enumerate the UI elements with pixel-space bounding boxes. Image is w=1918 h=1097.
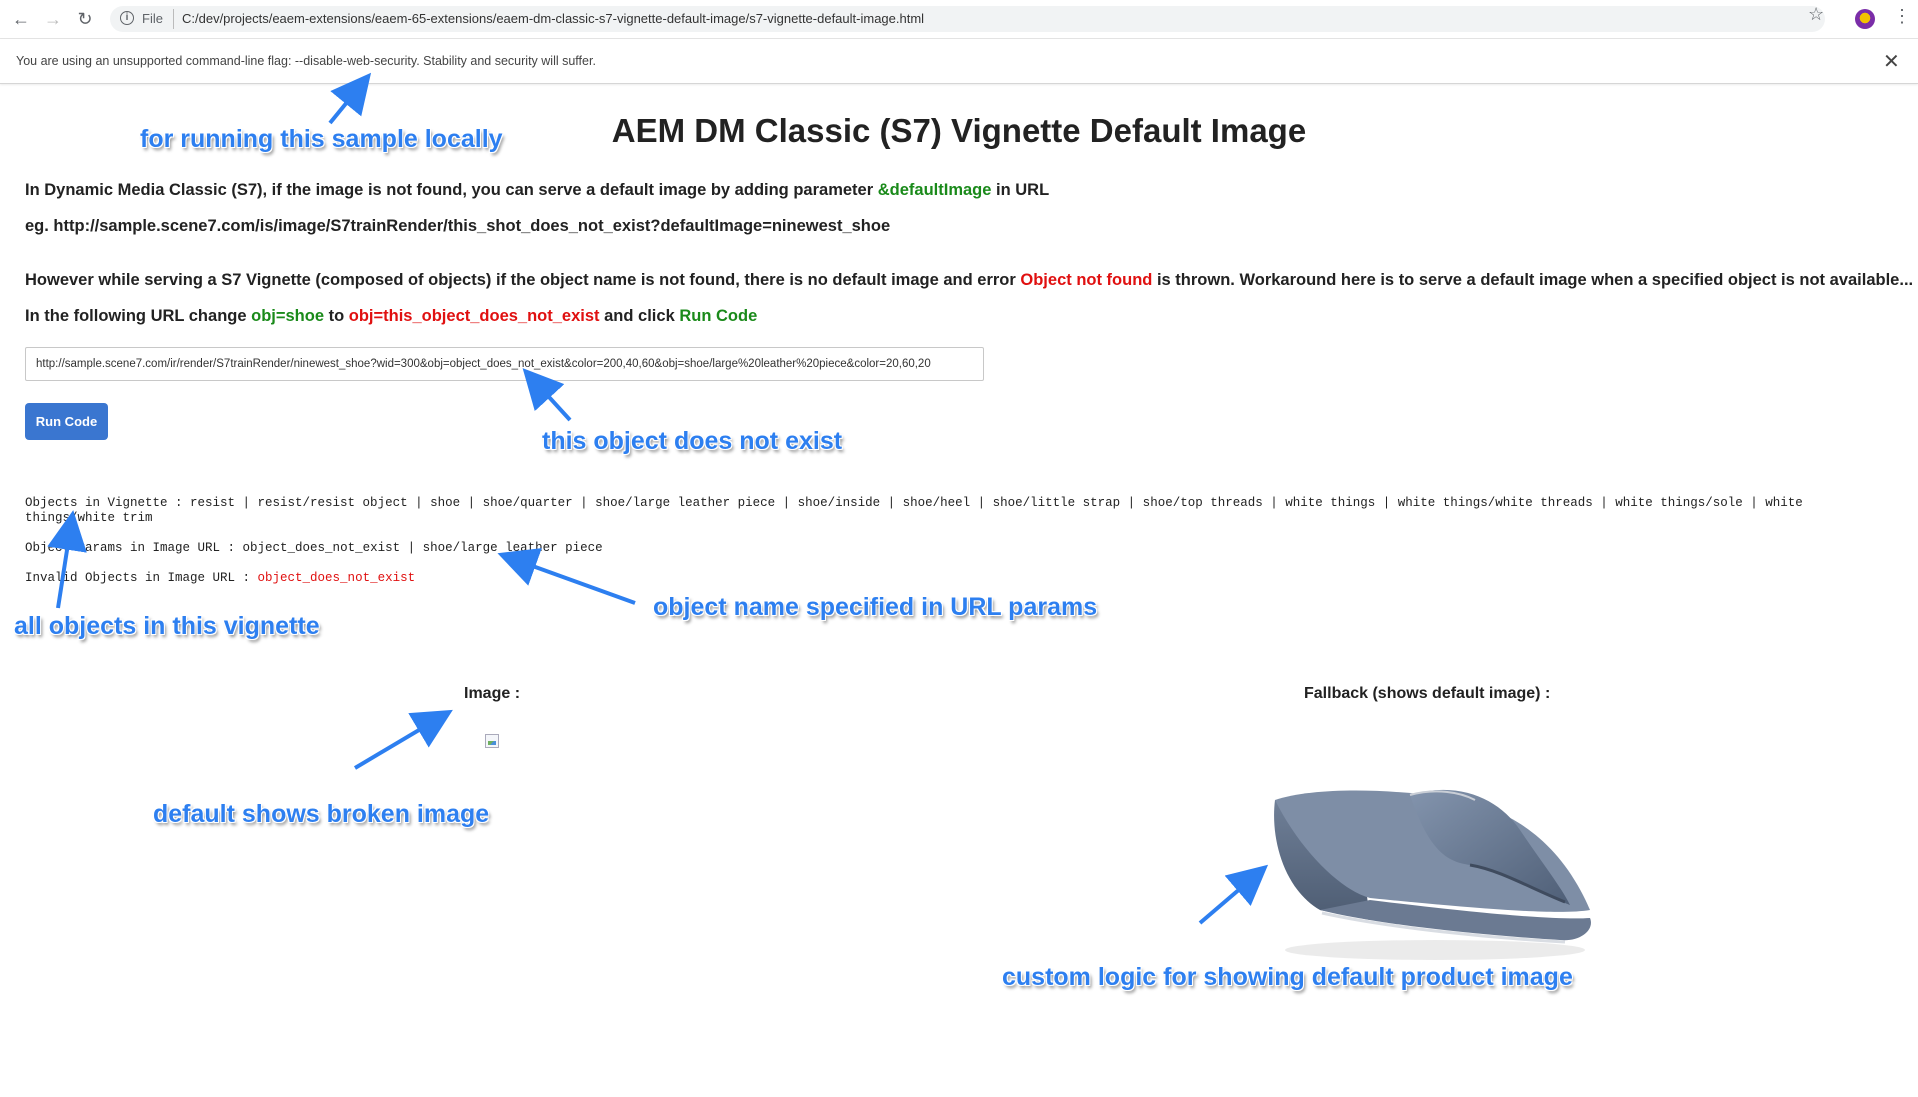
arrow-to-url-input	[522, 368, 572, 422]
annotation-arrows	[47, 72, 1269, 925]
arrow-to-objects-list	[47, 510, 87, 609]
arrow-to-infobar	[328, 72, 372, 125]
arrow-to-object-params	[497, 548, 636, 605]
arrow-to-shoe	[1198, 864, 1269, 925]
arrow-to-broken-image	[353, 709, 453, 770]
